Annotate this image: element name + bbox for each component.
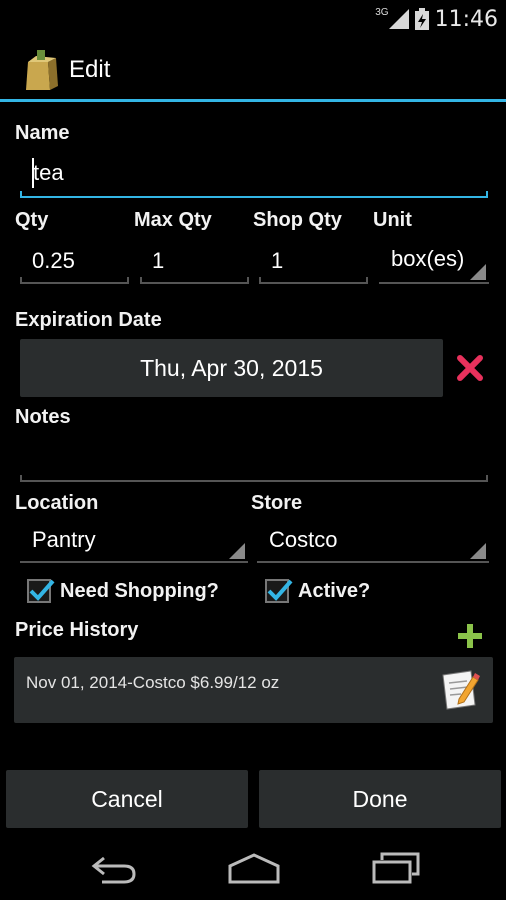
name-input[interactable]: tea — [20, 152, 488, 198]
text-cursor — [32, 158, 34, 188]
max-qty-input[interactable]: 1 — [140, 240, 249, 284]
expiration-date-button[interactable]: Thu, Apr 30, 2015 — [20, 339, 443, 397]
need-shopping-label[interactable]: Need Shopping? — [60, 580, 219, 603]
checkmark-icon — [267, 579, 293, 601]
notes-input[interactable] — [20, 436, 488, 482]
location-label: Location — [15, 492, 99, 514]
page-title: Edit — [69, 56, 111, 83]
unit-label: Unit — [373, 209, 412, 231]
cancel-button[interactable]: Cancel — [6, 770, 248, 828]
action-bar-divider — [0, 99, 506, 102]
signal-icon — [388, 9, 409, 29]
need-shopping-checkbox[interactable] — [27, 579, 55, 603]
notes-label: Notes — [15, 406, 71, 428]
name-label: Name — [15, 122, 70, 144]
navigation-bar — [0, 836, 506, 900]
active-checkbox[interactable] — [265, 579, 293, 603]
name-input-value: tea — [33, 160, 64, 185]
network-type-label: 3G — [375, 6, 389, 18]
edit-note-icon[interactable] — [437, 667, 481, 711]
dropdown-corner-icon — [470, 264, 486, 280]
shop-qty-label: Shop Qty — [253, 209, 342, 231]
qty-label: Qty — [15, 209, 49, 231]
price-history-row[interactable]: Nov 01, 2014-Costco $6.99/12 oz — [14, 657, 493, 723]
action-bar: Edit — [0, 38, 506, 100]
dropdown-corner-icon — [470, 543, 486, 559]
shop-qty-input[interactable]: 1 — [259, 240, 368, 284]
clear-date-icon[interactable] — [456, 354, 484, 382]
qty-input-value: 0.25 — [32, 248, 75, 273]
back-icon[interactable] — [88, 852, 138, 884]
location-spinner-value: Pantry — [32, 527, 96, 552]
active-label[interactable]: Active? — [298, 580, 370, 603]
status-bar: 3G 11:46 — [0, 0, 506, 38]
price-history-entry: Nov 01, 2014-Costco $6.99/12 oz — [26, 673, 280, 692]
max-qty-label: Max Qty — [134, 209, 212, 231]
checkmark-icon — [29, 579, 55, 601]
unit-spinner-value: box(es) — [391, 246, 465, 271]
status-icons: 3G 11:46 — [375, 6, 498, 32]
dropdown-corner-icon — [229, 543, 245, 559]
clock: 11:46 — [434, 6, 498, 32]
location-spinner[interactable]: Pantry — [20, 521, 248, 563]
done-button[interactable]: Done — [259, 770, 501, 828]
store-spinner-value: Costco — [269, 527, 338, 552]
store-label: Store — [251, 492, 303, 514]
shop-qty-input-value: 1 — [271, 248, 284, 273]
qty-input[interactable]: 0.25 — [20, 240, 129, 284]
unit-spinner[interactable]: box(es) — [379, 240, 489, 284]
add-price-icon[interactable] — [456, 622, 484, 650]
recent-apps-icon[interactable] — [370, 852, 422, 884]
price-history-label: Price History — [15, 619, 139, 641]
expiration-date-label: Expiration Date — [15, 309, 162, 331]
battery-icon — [414, 8, 429, 30]
max-qty-input-value: 1 — [152, 248, 165, 273]
home-icon[interactable] — [226, 852, 282, 884]
store-spinner[interactable]: Costco — [257, 521, 489, 563]
grocery-bag-icon[interactable] — [24, 50, 60, 90]
